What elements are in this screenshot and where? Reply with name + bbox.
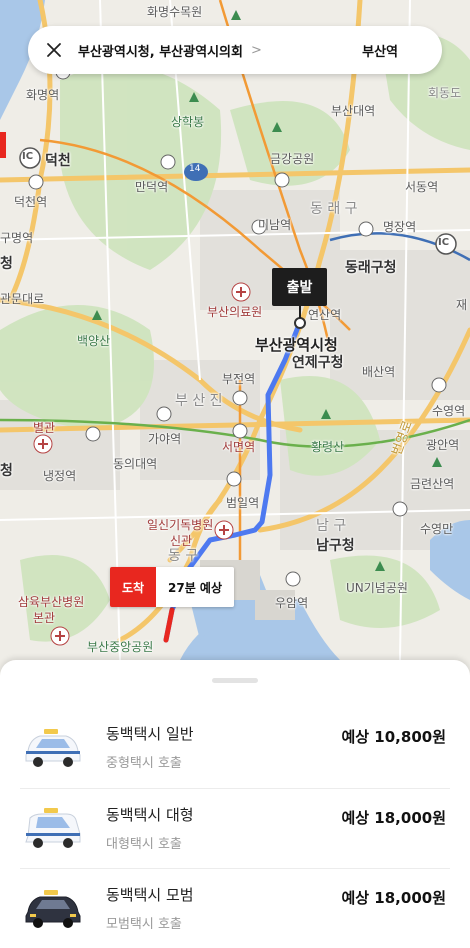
map-label: 부산의료원 xyxy=(207,305,263,319)
arrive-marker[interactable]: 도착 27분 예상 xyxy=(110,567,234,607)
map-label: 부전역 xyxy=(222,372,256,386)
taxi-option-deluxe[interactable]: 동백택시 모범 모범택시 호출 예상 18,000원 xyxy=(20,868,450,948)
map-label: 수영역 xyxy=(432,404,466,418)
map-label: 광안역 xyxy=(426,438,460,452)
taxi-options-sheet[interactable]: 동백택시 일반 중형택시 호출 예상 10,800원 동백택시 대형 대형택시 … xyxy=(0,660,470,948)
option-price: 예상 18,000원 xyxy=(341,809,446,827)
map-label: 명장역 xyxy=(383,220,417,234)
map-label: 배산역 xyxy=(362,365,396,379)
map-label: 연산역 xyxy=(308,308,342,322)
map-label: 백양산 xyxy=(77,334,111,348)
option-subtitle: 모범택시 호출 xyxy=(106,917,182,932)
map-label: 부산중앙공원 xyxy=(87,640,154,654)
start-marker[interactable]: 출발 xyxy=(272,268,327,306)
origin-text[interactable]: 부산광역시청, 부산광역시의회 xyxy=(78,41,243,60)
destination-text[interactable]: 부산역 xyxy=(362,41,398,60)
option-name: 동백택시 일반 xyxy=(106,725,194,743)
map-label: 구명역 xyxy=(0,231,34,245)
option-name: 동백택시 대형 xyxy=(106,806,194,824)
taxi-option-standard[interactable]: 동백택시 일반 중형택시 호출 예상 10,800원 xyxy=(20,707,450,787)
map-label: 금련산역 xyxy=(410,477,455,491)
district-label: 부 산 진 xyxy=(175,393,223,409)
map-label: 별관 xyxy=(33,421,56,435)
taxi-option-large[interactable]: 동백택시 대형 대형택시 호출 예상 18,000원 xyxy=(20,788,450,868)
map-label: 청 xyxy=(0,463,13,479)
map-label: 금강공원 xyxy=(270,152,315,166)
option-subtitle: 중형택시 호출 xyxy=(106,756,182,771)
map-label: 화명역 xyxy=(26,88,60,102)
route-search-bar[interactable]: 부산광역시청, 부산광역시의회 > 부산역 xyxy=(28,26,442,74)
map-label: 범일역 xyxy=(226,496,260,510)
road-label: 관문대로 xyxy=(0,292,45,306)
map-label: 부산대역 xyxy=(331,104,376,118)
option-subtitle: 대형택시 호출 xyxy=(106,837,182,852)
drag-handle[interactable] xyxy=(212,678,258,683)
map-label: 재 xyxy=(456,298,468,312)
map-label: 서동역 xyxy=(405,180,439,194)
district-label: 동 래 구 xyxy=(310,201,358,217)
map-label: UN기념공원 xyxy=(346,581,408,595)
taxi-deluxe-icon xyxy=(25,890,81,928)
map-label: 연제구청 xyxy=(292,355,344,371)
map-label: 동래구청 xyxy=(345,260,397,276)
map-label: 삼육부산병원 xyxy=(18,595,85,609)
arrive-tag: 도착 xyxy=(110,567,156,607)
map-label: 가야역 xyxy=(148,432,182,446)
close-button[interactable] xyxy=(42,38,66,62)
map-label: 서면역 xyxy=(222,440,256,454)
map-label: 일신기독병원 xyxy=(147,518,214,532)
ic-badge: IC xyxy=(22,151,34,162)
map-label: 냉정역 xyxy=(43,469,77,483)
option-price: 예상 18,000원 xyxy=(341,889,446,907)
option-price: 예상 10,800원 xyxy=(341,728,446,746)
map-label: 청 xyxy=(0,256,13,272)
map-label: 덕천 xyxy=(45,153,71,169)
map-label: 미남역 xyxy=(258,218,292,232)
map-label: 본관 xyxy=(33,611,56,625)
taxi-standard-icon xyxy=(25,729,81,767)
map-label: 우암역 xyxy=(275,596,309,610)
map-label: 수영만 xyxy=(420,522,454,536)
map-label: 만덕역 xyxy=(135,180,169,194)
map-label: 남구청 xyxy=(316,538,355,554)
ic-badge: IC xyxy=(438,237,450,248)
map-label: 동의대역 xyxy=(113,457,158,471)
close-icon xyxy=(47,43,61,57)
map-label: 상학봉 xyxy=(171,115,205,129)
district-label: 동 구 xyxy=(168,548,199,564)
map-label: 황령산 xyxy=(311,440,345,454)
district-label: 남 구 xyxy=(316,518,347,534)
eta-label: 27분 예상 xyxy=(156,567,234,607)
option-name: 동백택시 모범 xyxy=(106,886,194,904)
chevron-right-icon: > xyxy=(250,42,262,58)
route-badge: 14 xyxy=(189,164,201,174)
map-label: 덕천역 xyxy=(14,195,48,209)
map-label: 회동도 xyxy=(428,86,462,100)
map-label: 화명수목원 xyxy=(147,5,203,19)
taxi-large-icon xyxy=(25,808,81,848)
